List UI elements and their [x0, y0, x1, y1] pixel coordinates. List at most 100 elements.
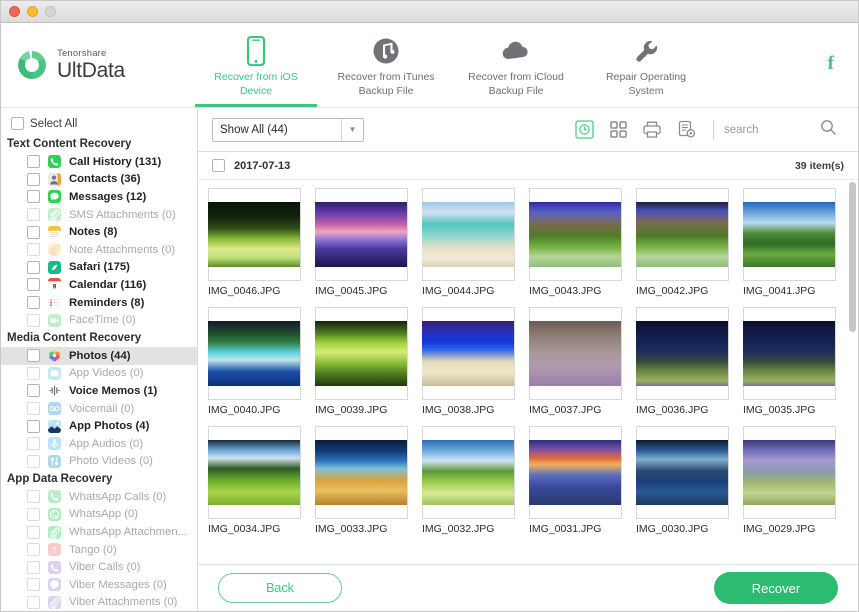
search-box[interactable]	[724, 119, 844, 141]
photo-cell[interactable]: IMG_0042.JPG	[636, 188, 743, 297]
grid-view-icon[interactable]	[605, 118, 631, 142]
sidebar-item-checkbox[interactable]	[27, 525, 40, 539]
close-button[interactable]	[9, 6, 20, 17]
sidebar-item-reminders-8[interactable]: Reminders (8)	[1, 294, 197, 312]
sidebar-item-voice-memos-1[interactable]: Voice Memos (1)	[1, 382, 197, 400]
photo-cell[interactable]: IMG_0033.JPG	[315, 426, 422, 535]
sidebar-item-checkbox[interactable]	[27, 366, 40, 380]
sidebar-item-checkbox[interactable]	[27, 490, 40, 504]
back-button[interactable]: Back	[218, 573, 342, 603]
sidebar-item-checkbox[interactable]	[27, 155, 40, 169]
sidebar-item-app-videos-0[interactable]: App Videos (0)	[1, 365, 197, 383]
select-all-checkbox[interactable]	[11, 117, 24, 130]
photo-thumbnail-card[interactable]	[208, 426, 301, 519]
photo-thumbnail-card[interactable]	[315, 188, 408, 281]
photo-thumbnail-card[interactable]	[743, 188, 836, 281]
maximize-button[interactable]	[45, 6, 56, 17]
sidebar-item-checkbox[interactable]	[27, 349, 40, 363]
photo-thumbnail-card[interactable]	[636, 307, 729, 400]
photo-cell[interactable]: IMG_0046.JPG	[208, 188, 315, 297]
sidebar-item-viber-calls-0[interactable]: Viber Calls (0)	[1, 558, 197, 576]
sidebar-item-call-history-131[interactable]: Call History (131)	[1, 153, 197, 171]
sidebar-item-tango-0[interactable]: T Tango (0)	[1, 541, 197, 559]
search-icon[interactable]	[820, 119, 837, 141]
photo-cell[interactable]: IMG_0030.JPG	[636, 426, 743, 535]
photo-cell[interactable]: IMG_0044.JPG	[422, 188, 529, 297]
recover-button[interactable]: Recover	[714, 572, 838, 604]
grid-scrollbar-thumb[interactable]	[849, 182, 856, 332]
minimize-button[interactable]	[27, 6, 38, 17]
photo-cell[interactable]: IMG_0036.JPG	[636, 307, 743, 416]
sidebar-item-checkbox[interactable]	[27, 278, 40, 292]
photo-thumbnail-card[interactable]	[315, 426, 408, 519]
sidebar-item-contacts-36[interactable]: Contacts (36)	[1, 171, 197, 189]
photo-thumbnail-card[interactable]	[422, 188, 515, 281]
photo-cell[interactable]: IMG_0039.JPG	[315, 307, 422, 416]
sidebar-item-checkbox[interactable]	[27, 172, 40, 186]
print-icon[interactable]	[639, 118, 665, 142]
select-all-row[interactable]: Select All	[1, 114, 197, 135]
sidebar-item-checkbox[interactable]	[27, 260, 40, 274]
sidebar-item-checkbox[interactable]	[27, 402, 40, 416]
sidebar-item-viber-messages-0[interactable]: Viber Messages (0)	[1, 576, 197, 594]
photo-cell[interactable]: IMG_0034.JPG	[208, 426, 315, 535]
sidebar-item-app-audios-0[interactable]: App Audios (0)	[1, 435, 197, 453]
sidebar-item-voicemail-0[interactable]: Voicemail (0)	[1, 400, 197, 418]
photo-thumbnail-card[interactable]	[208, 188, 301, 281]
sidebar-item-checkbox[interactable]	[27, 543, 40, 557]
sidebar-item-checkbox[interactable]	[27, 225, 40, 239]
sidebar-item-checkbox[interactable]	[27, 507, 40, 521]
sidebar-item-note-attachments-0[interactable]: Note Attachments (0)	[1, 241, 197, 259]
nav-recover-from-ios-device[interactable]: Recover from iOS Device	[191, 23, 321, 107]
photo-thumbnail-card[interactable]	[529, 426, 622, 519]
photo-cell[interactable]: IMG_0040.JPG	[208, 307, 315, 416]
photo-thumbnail-card[interactable]	[636, 188, 729, 281]
sidebar-item-checkbox[interactable]	[27, 578, 40, 592]
search-input[interactable]	[724, 123, 820, 136]
nav-recover-from-itunes-backup[interactable]: Recover from iTunes Backup File	[321, 23, 451, 107]
sidebar-item-checkbox[interactable]	[27, 296, 40, 310]
photo-cell[interactable]: IMG_0041.JPG	[743, 188, 850, 297]
photo-cell[interactable]: IMG_0031.JPG	[529, 426, 636, 535]
photo-thumbnail-card[interactable]	[743, 307, 836, 400]
sidebar-item-viber-attachments-0[interactable]: Viber Attachments (0)	[1, 594, 197, 611]
sidebar-item-checkbox[interactable]	[27, 384, 40, 398]
photo-cell[interactable]: IMG_0029.JPG	[743, 426, 850, 535]
grid-scrollbar[interactable]	[849, 182, 856, 562]
filter-dropdown[interactable]: Show All (44) ▼	[212, 117, 364, 142]
photo-thumbnail-card[interactable]	[636, 426, 729, 519]
sidebar-item-whatsapp-0[interactable]: WhatsApp (0)	[1, 506, 197, 524]
photo-thumbnail-card[interactable]	[529, 307, 622, 400]
photo-cell[interactable]: IMG_0032.JPG	[422, 426, 529, 535]
sidebar-item-calendar-116[interactable]: 9 Calendar (116)	[1, 276, 197, 294]
photo-thumbnail-card[interactable]	[529, 188, 622, 281]
sidebar-item-checkbox[interactable]	[27, 560, 40, 574]
sidebar-item-checkbox[interactable]	[27, 190, 40, 204]
nav-repair-operating-system[interactable]: Repair Operating System	[581, 23, 711, 107]
photo-thumbnail-card[interactable]	[315, 307, 408, 400]
photo-thumbnail-card[interactable]	[422, 426, 515, 519]
nav-recover-from-icloud-backup[interactable]: Recover from iCloud Backup File	[451, 23, 581, 107]
facebook-icon[interactable]: f	[828, 53, 834, 75]
sidebar-item-app-photos-4[interactable]: App Photos (4)	[1, 417, 197, 435]
sidebar-item-sms-attachments-0[interactable]: SMS Attachments (0)	[1, 206, 197, 224]
photo-cell[interactable]: IMG_0043.JPG	[529, 188, 636, 297]
sidebar-item-checkbox[interactable]	[27, 243, 40, 257]
sidebar-item-checkbox[interactable]	[27, 595, 40, 609]
sidebar-item-checkbox[interactable]	[27, 437, 40, 451]
sidebar-item-photo-videos-0[interactable]: Photo Videos (0)	[1, 453, 197, 471]
sidebar-item-messages-12[interactable]: Messages (12)	[1, 188, 197, 206]
sidebar-item-notes-8[interactable]: Notes (8)	[1, 223, 197, 241]
sidebar-item-facetime-0[interactable]: FaceTime (0)	[1, 311, 197, 329]
sidebar-item-whatsapp-calls-0[interactable]: WhatsApp Calls (0)	[1, 488, 197, 506]
photo-thumbnail-card[interactable]	[208, 307, 301, 400]
photo-thumbnail-card[interactable]	[422, 307, 515, 400]
timeline-view-icon[interactable]	[571, 118, 597, 142]
photo-cell[interactable]: IMG_0035.JPG	[743, 307, 850, 416]
sidebar-item-checkbox[interactable]	[27, 208, 40, 222]
date-group-checkbox[interactable]	[212, 159, 225, 172]
sidebar-item-checkbox[interactable]	[27, 313, 40, 327]
photo-cell[interactable]: IMG_0045.JPG	[315, 188, 422, 297]
sidebar-item-checkbox[interactable]	[27, 454, 40, 468]
sidebar-item-photos-44[interactable]: Photos (44)	[1, 346, 197, 365]
